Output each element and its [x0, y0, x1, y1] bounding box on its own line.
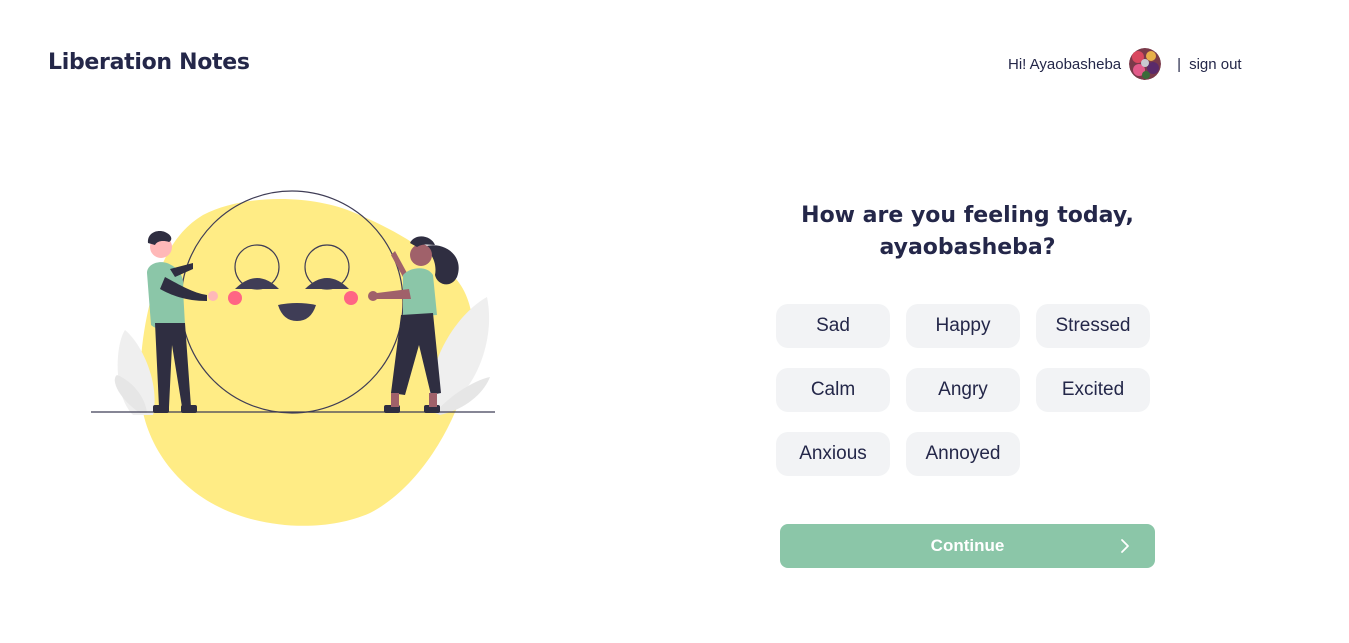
mood-option-angry[interactable]: Angry	[906, 368, 1020, 412]
mood-option-happy[interactable]: Happy	[906, 304, 1020, 348]
mood-option-excited[interactable]: Excited	[1036, 368, 1150, 412]
chevron-right-icon	[1121, 539, 1129, 553]
continue-label: Continue	[930, 536, 1005, 555]
mood-question: How are you feeling today, ayaobasheba?	[760, 200, 1175, 264]
app-logo[interactable]: Liberation Notes	[48, 50, 250, 75]
page: Liberation Notes Hi! Ayaobasheba | sign …	[0, 0, 1349, 643]
mood-option-calm[interactable]: Calm	[776, 368, 890, 412]
mood-option-stressed[interactable]: Stressed	[1036, 304, 1150, 348]
continue-button[interactable]: Continue	[780, 524, 1155, 568]
avatar-image	[1129, 48, 1162, 80]
user-area: Hi! Ayaobasheba | sign out	[1008, 47, 1242, 81]
mood-question-line1: How are you feeling today,	[801, 203, 1134, 228]
avatar[interactable]	[1129, 48, 1162, 80]
feelings-illustration	[91, 190, 495, 526]
mood-options: Sad Happy Stressed Calm Angry Excited An…	[776, 304, 1150, 476]
mood-question-line2: ayaobasheba?	[879, 235, 1056, 260]
mood-option-anxious[interactable]: Anxious	[776, 432, 890, 476]
header-separator: |	[1177, 55, 1182, 73]
mood-option-sad[interactable]: Sad	[776, 304, 890, 348]
user-greeting: Hi! Ayaobasheba	[1008, 55, 1122, 73]
mood-option-annoyed[interactable]: Annoyed	[906, 432, 1020, 476]
sign-out-link[interactable]: sign out	[1189, 56, 1242, 73]
